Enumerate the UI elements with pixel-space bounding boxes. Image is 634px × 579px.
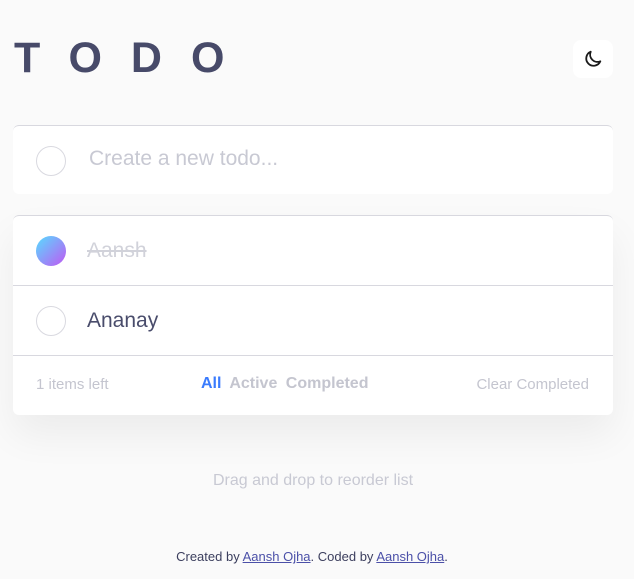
todo-list: Aansh Ananay 1 items left All Active Com… <box>13 215 613 415</box>
list-footer: 1 items left All Active Completed Clear … <box>13 356 613 414</box>
drag-hint: Drag and drop to reorder list <box>212 472 414 489</box>
todo-item[interactable]: Aansh <box>13 216 613 286</box>
todo-item[interactable]: Ananay <box>13 286 613 356</box>
todo-text: Ananay <box>87 309 159 332</box>
todo-checkbox[interactable] <box>36 306 66 336</box>
new-todo-input[interactable] <box>87 140 591 178</box>
attribution: Created by Aansh Ojha. Coded by Aansh Oj… <box>0 549 624 564</box>
filter-active[interactable]: Active <box>229 375 277 392</box>
moon-icon <box>585 50 602 67</box>
filter-all[interactable]: All <box>201 375 221 392</box>
new-todo-box <box>13 125 613 194</box>
filter-completed[interactable]: Completed <box>286 375 369 392</box>
author-link[interactable]: Aansh Ojha <box>243 549 311 564</box>
filter-group: All Active Completed <box>201 375 372 393</box>
items-left-count: 1 items left <box>36 376 109 393</box>
coder-link[interactable]: Aansh Ojha <box>376 549 444 564</box>
attribution-middle: . Coded by <box>310 549 377 564</box>
todo-text: Aansh <box>87 239 147 262</box>
new-todo-check-circle[interactable] <box>36 146 66 176</box>
attribution-suffix: . <box>444 549 448 564</box>
theme-toggle-button[interactable] <box>573 40 613 78</box>
attribution-prefix: Created by <box>176 549 243 564</box>
app-title: TODO <box>14 34 254 82</box>
clear-completed-button[interactable]: Clear Completed <box>476 376 589 393</box>
todo-checkbox-checked[interactable] <box>36 236 66 266</box>
